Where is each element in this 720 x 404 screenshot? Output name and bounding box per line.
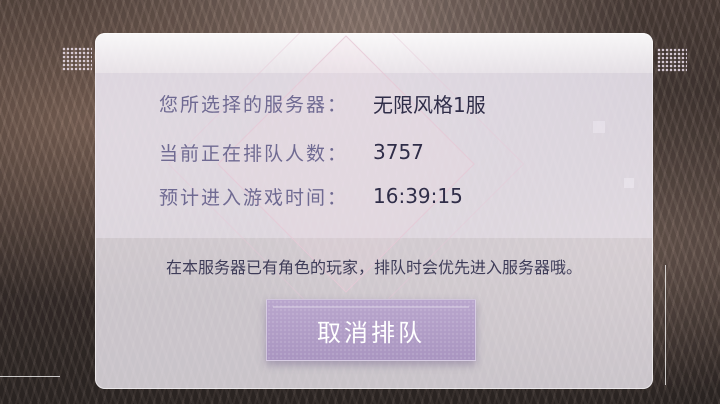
eta-row: 预计进入游戏时间： 16:39:15 bbox=[159, 181, 463, 211]
eta-value: 16:39:15 bbox=[373, 184, 463, 208]
queue-count-row: 当前正在排队人数： 3757 bbox=[159, 137, 424, 167]
decor-line bbox=[0, 376, 60, 377]
decor-dot-grid bbox=[62, 47, 92, 71]
cancel-queue-label: 取消排队 bbox=[317, 318, 425, 347]
cancel-queue-button[interactable]: 取消排队 bbox=[266, 299, 476, 361]
server-value: 无限风格1服 bbox=[373, 92, 486, 117]
server-row: 您所选择的服务器： 无限风格1服 bbox=[159, 88, 486, 118]
button-highlight bbox=[273, 306, 469, 308]
queue-dialog: 您所选择的服务器： 无限风格1服 当前正在排队人数： 3757 预计进入游戏时间… bbox=[95, 33, 653, 389]
queue-count-value: 3757 bbox=[373, 140, 424, 164]
server-label: 您所选择的服务器： bbox=[159, 93, 349, 116]
decor-dot-grid bbox=[657, 48, 687, 72]
decor-line bbox=[665, 265, 666, 385]
queue-count-label: 当前正在排队人数： bbox=[159, 142, 349, 165]
priority-notice: 在本服务器已有角色的玩家，排队时会优先进入服务器哦。 bbox=[165, 258, 582, 277]
eta-label: 预计进入游戏时间： bbox=[159, 186, 349, 209]
